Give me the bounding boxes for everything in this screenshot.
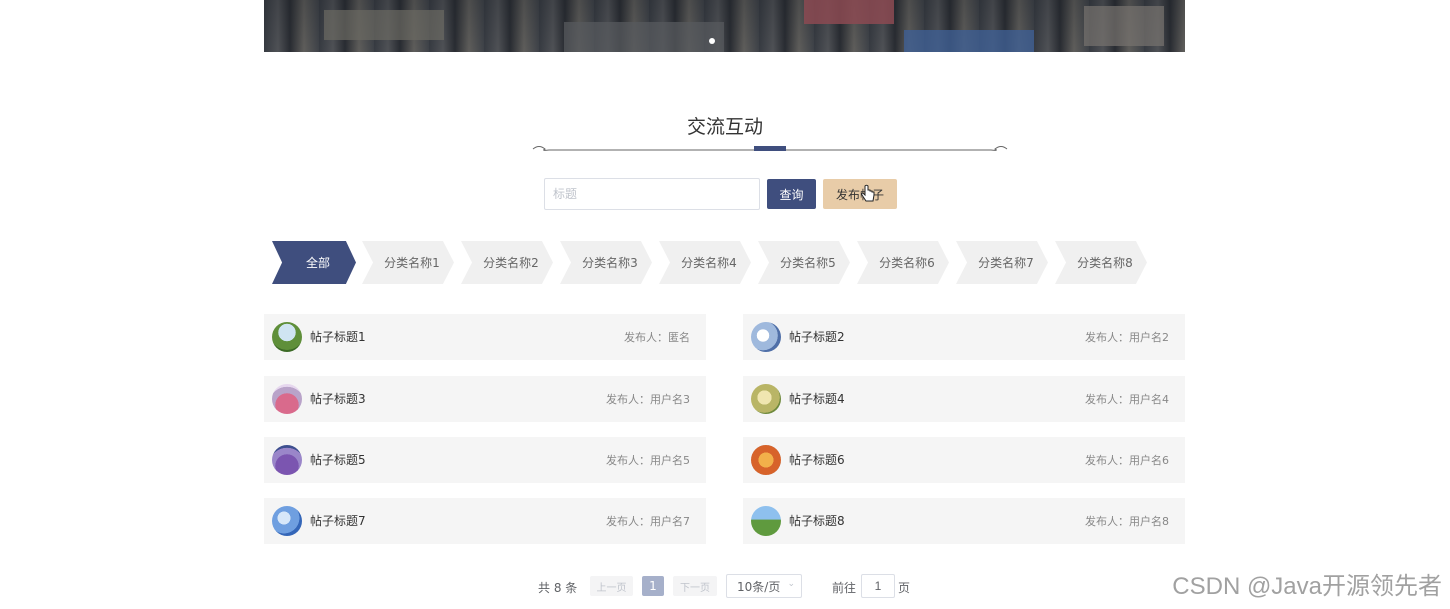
post-avatar <box>272 445 302 475</box>
post-title[interactable]: 帖子标题1 <box>310 328 366 345</box>
category-tab-label: 分类名称4 <box>681 256 737 270</box>
category-tab-4[interactable]: 分类名称4 <box>659 241 751 284</box>
category-tab-1[interactable]: 分类名称1 <box>362 241 454 284</box>
page-number-current[interactable]: 1 <box>642 576 664 596</box>
post-author: 发布人：用户名7 <box>606 515 690 528</box>
category-tab-label: 分类名称3 <box>582 256 638 270</box>
post-avatar <box>272 384 302 414</box>
post-avatar <box>272 322 302 352</box>
goto-suffix: 页 <box>898 581 911 595</box>
category-tab-label: 分类名称7 <box>978 256 1034 270</box>
post-author: 发布人：用户名2 <box>1085 331 1169 344</box>
banner-image-part <box>324 10 444 40</box>
category-tab-3[interactable]: 分类名称3 <box>560 241 652 284</box>
post-author: 发布人：用户名3 <box>606 393 690 406</box>
search-input[interactable] <box>544 178 760 210</box>
query-button[interactable]: 查询 <box>767 179 816 209</box>
page-size-select[interactable]: 10条/页 ⌄ <box>726 574 802 598</box>
category-tab-label: 分类名称2 <box>483 256 539 270</box>
post-item[interactable]: 帖子标题1 发布人：匿名 <box>264 314 706 360</box>
post-title[interactable]: 帖子标题4 <box>789 390 845 407</box>
post-author: 发布人：用户名5 <box>606 454 690 467</box>
carousel-indicator-dot[interactable] <box>709 38 715 44</box>
pagination-total: 共 8 条 <box>538 581 578 595</box>
hand-cursor-icon <box>861 184 875 202</box>
category-tab-label: 分类名称1 <box>384 256 440 270</box>
category-tab-7[interactable]: 分类名称7 <box>956 241 1048 284</box>
post-avatar <box>751 384 781 414</box>
post-item[interactable]: 帖子标题8 发布人：用户名8 <box>743 498 1185 544</box>
chevron-down-icon: ⌄ <box>787 579 795 589</box>
category-tab-label: 分类名称5 <box>780 256 836 270</box>
next-page-button[interactable]: 下一页 <box>673 576 717 596</box>
category-tab-label: 分类名称6 <box>879 256 935 270</box>
category-tab-5[interactable]: 分类名称5 <box>758 241 850 284</box>
post-item[interactable]: 帖子标题6 发布人：用户名6 <box>743 437 1185 483</box>
post-avatar <box>751 322 781 352</box>
post-item[interactable]: 帖子标题5 发布人：用户名5 <box>264 437 706 483</box>
post-item[interactable]: 帖子标题4 发布人：用户名4 <box>743 376 1185 422</box>
post-item[interactable]: 帖子标题2 发布人：用户名2 <box>743 314 1185 360</box>
category-tab-label: 分类名称8 <box>1077 256 1133 270</box>
banner-image-part <box>1084 6 1164 46</box>
category-tab-6[interactable]: 分类名称6 <box>857 241 949 284</box>
prev-page-button[interactable]: 上一页 <box>590 576 633 596</box>
banner-image-part <box>564 22 724 52</box>
page-size-value: 10条/页 <box>737 579 781 594</box>
post-author: 发布人：匿名 <box>624 331 690 344</box>
post-avatar <box>751 506 781 536</box>
post-title[interactable]: 帖子标题6 <box>789 451 845 468</box>
category-tab-all[interactable]: 全部 <box>272 241 356 284</box>
post-item[interactable]: 帖子标题7 发布人：用户名7 <box>264 498 706 544</box>
post-author: 发布人：用户名6 <box>1085 454 1169 467</box>
banner-image-part <box>804 0 894 24</box>
watermark: CSDN @Java开源领先者 <box>1172 573 1442 600</box>
post-avatar <box>751 445 781 475</box>
title-underline-ornament <box>532 146 1008 151</box>
post-item[interactable]: 帖子标题3 发布人：用户名3 <box>264 376 706 422</box>
section-title: 交流互动 <box>686 116 763 138</box>
goto-label: 前往 <box>832 581 857 595</box>
category-tab-8[interactable]: 分类名称8 <box>1055 241 1147 284</box>
post-author: 发布人：用户名8 <box>1085 515 1169 528</box>
post-title[interactable]: 帖子标题8 <box>789 512 845 529</box>
post-title[interactable]: 帖子标题2 <box>789 328 845 345</box>
category-tab-label: 全部 <box>305 256 330 270</box>
post-title[interactable]: 帖子标题7 <box>310 512 366 529</box>
banner-image-part <box>904 30 1034 52</box>
post-title[interactable]: 帖子标题3 <box>310 390 366 407</box>
post-author: 发布人：用户名4 <box>1085 393 1169 406</box>
category-tab-2[interactable]: 分类名称2 <box>461 241 553 284</box>
banner-carousel[interactable] <box>264 0 1185 52</box>
post-avatar <box>272 506 302 536</box>
post-title[interactable]: 帖子标题5 <box>310 451 366 468</box>
goto-page-input[interactable] <box>861 574 895 598</box>
